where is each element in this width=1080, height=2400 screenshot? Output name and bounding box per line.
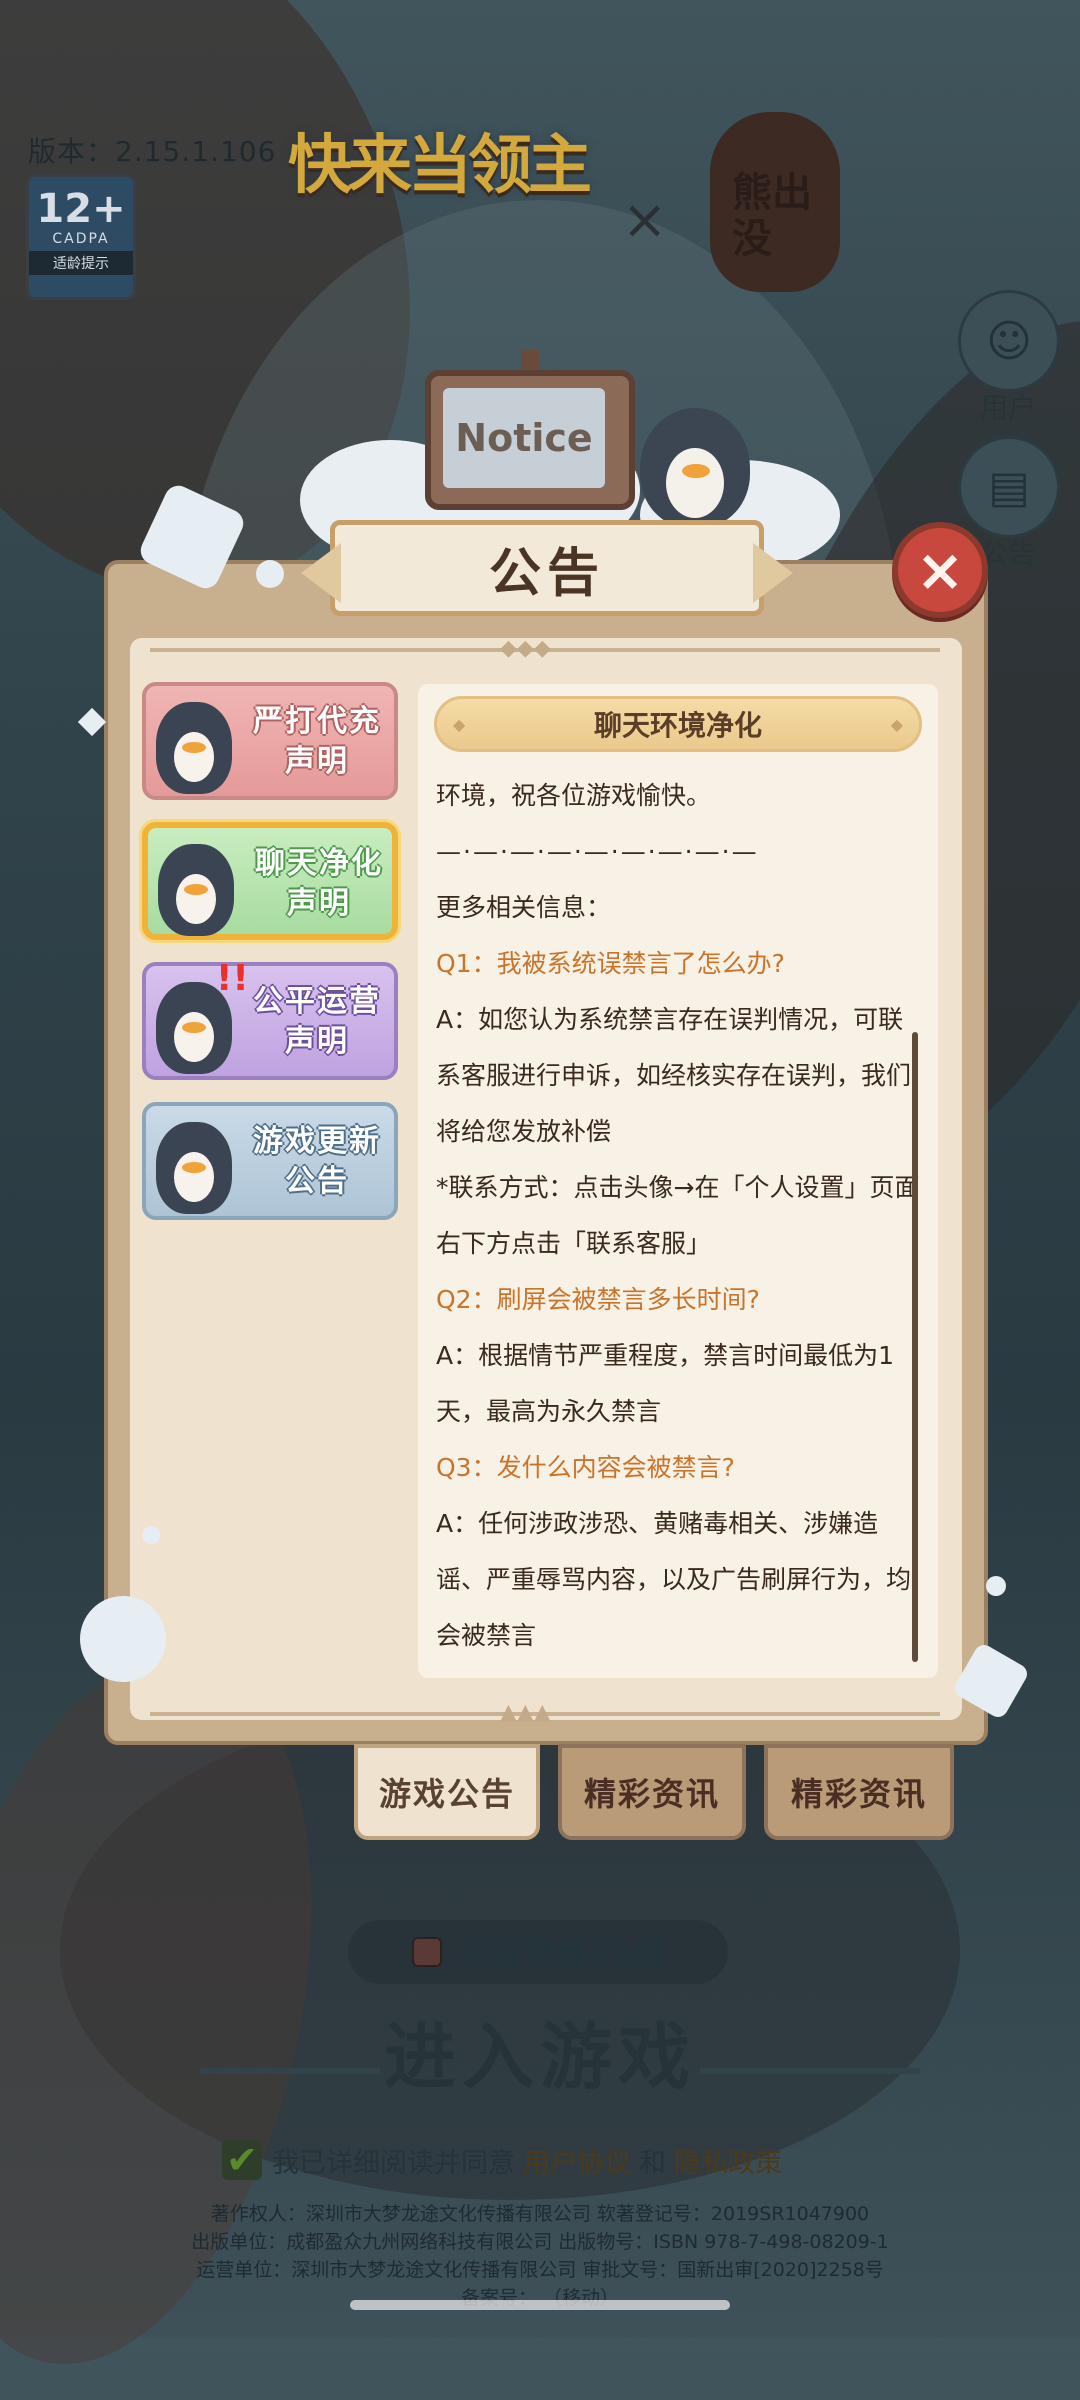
divider-ornament: ▲▲▲ [500,1700,551,1725]
partner-logo-text: 熊出没 [732,170,812,262]
faq-question: Q1：我被系统误禁言了怎么办? [436,949,785,978]
tab-label: 严打代充 声明 [253,704,381,779]
footer-line: 出版单位：成都盈众九州网络科技有限公司 出版物号：ISBN 978-7-498-… [191,2231,889,2253]
privacy-policy-link[interactable]: 隐私政策 [674,2141,782,2180]
version-label: 版本：2.15.1.106 [28,135,277,168]
divider [700,2068,920,2074]
snow-decoration [77,707,107,737]
tab-fair-operation[interactable]: !! 公平运营 声明 [142,958,398,1080]
content-paragraph: A：任何涉政涉恐、黄赌毒相关、涉嫌造谣、严重辱骂内容，以及广告刷屏行为，均会被禁… [436,1509,912,1650]
snow-decoration [986,1576,1006,1596]
notice-board: Notice [425,350,635,510]
content-paragraph: A：根据情节严重程度，禁言时间最低为1天，最高为永久禁言 [436,1341,895,1426]
copyright-footer: 著作权人：深圳市大梦龙途文化传播有限公司 软著登记号：2019SR1047900… [0,2200,1080,2312]
agreement-checkbox[interactable]: ✔ [222,2140,262,2180]
penguin-icon [156,702,232,794]
faq-question: Q3：发什么内容会被禁言? [436,1453,735,1482]
server-name: 永冻流域33服 [459,1935,665,1973]
tab-label: 聊天净化 声明 [255,846,383,921]
content-paragraph: —·—·—·—·—·—·—·—·— [436,837,759,866]
penguin-mascot [640,408,750,528]
tab-game-announcement[interactable]: 游戏公告 [354,1744,540,1840]
tab-highlights[interactable]: 精彩资讯 [558,1744,746,1840]
age-rating-org: CADPA [52,231,110,247]
footer-line: 运营单位：深圳市大梦龙途文化传播有限公司 审批文号：国新出审[2020]2258… [196,2259,884,2281]
age-rating: 12+ [36,186,126,232]
heading-ornament: ◆ [453,715,466,734]
penguin-icon [158,844,234,936]
content-scroll-area[interactable]: 环境，祝各位游戏愉快。 —·—·—·—·—·—·—·—·— 更多相关信息： Q1… [436,768,922,1658]
logo-separator: × [622,188,668,251]
notice-icon: ▤ [958,436,1060,538]
content-scrollbar[interactable] [912,1032,918,1662]
game-logo: 快来当领主 [288,129,592,203]
tab-label: 游戏更新 公告 [253,1124,381,1199]
faq-question: Q2：刷屏会被禁言多长时间? [436,1285,760,1314]
server-status-icon [411,1937,442,1967]
tab-game-update[interactable]: 游戏更新 公告 [142,1102,398,1220]
close-icon: × [915,536,965,604]
age-rating-badge: 12+ CADPA 适龄提示 [26,174,136,300]
user-agreement-link[interactable]: 用户协议 [523,2141,631,2180]
bottom-tab-label: 游戏公告 [378,1775,515,1813]
age-rating-note: 适龄提示 [29,251,133,275]
announcement-content: ◆ 聊天环境净化 ◆ 环境，祝各位游戏愉快。 —·—·—·—·—·—·—·—·—… [418,684,938,1678]
tab-anti-recharge[interactable]: 严打代充 声明 [142,682,398,800]
dialog-title: 公告 [488,543,605,604]
footer-line: 著作权人：深圳市大梦龙途文化传播有限公司 软著登记号：2019SR1047900 [210,2203,870,2225]
dialog-title-banner: 公告 [301,520,793,616]
tab-chat-purify[interactable]: 聊天净化 声明 [142,822,398,940]
user-button[interactable]: ☺ 用户 [958,290,1060,426]
snow-decoration [256,560,284,588]
agreement-conjunction: 和 [639,2147,666,2179]
notice-board-text: Notice [443,388,605,488]
bottom-tab-label: 精彩资讯 [583,1775,720,1813]
snow-decoration [80,1596,166,1682]
snow-decoration [142,1526,160,1544]
agreement-row: ✔ 我已详细阅读并同意 用户协议 和 隐私政策 [222,2140,790,2180]
content-paragraph: 更多相关信息： [436,893,612,922]
content-heading: ◆ 聊天环境净化 ◆ [434,696,922,752]
user-icon: ☺ [958,290,1060,392]
bottom-tab-label: 精彩资讯 [790,1775,927,1813]
user-button-label: 用户 [979,391,1036,424]
content-heading-text: 聊天环境净化 [593,709,762,742]
home-indicator[interactable] [350,2300,730,2310]
close-button[interactable]: × [892,522,988,618]
enter-game-button[interactable]: 进入游戏 [380,2000,700,2100]
divider [200,2068,380,2074]
content-paragraph: *联系方式：点击头像→在「个人设置」页面右下方点击「联系客服」 [436,1173,920,1258]
penguin-icon [156,1122,232,1214]
heading-ornament: ◆ [890,715,903,734]
tab-label: 公平运营 声明 [253,984,381,1059]
tab-highlights-2[interactable]: 精彩资讯 [764,1744,954,1840]
divider-ornament: ◆◆◆ [500,636,551,661]
content-paragraph: 环境，祝各位游戏愉快。 [436,781,712,810]
server-selector[interactable]: 永冻流域33服 [348,1920,728,1984]
content-paragraph: A：如您认为系统禁言存在误判情况，可联系客服进行申诉，如经核实存在误判，我们将给… [436,1005,912,1146]
agreement-text: 我已详细阅读并同意 [272,2147,515,2179]
